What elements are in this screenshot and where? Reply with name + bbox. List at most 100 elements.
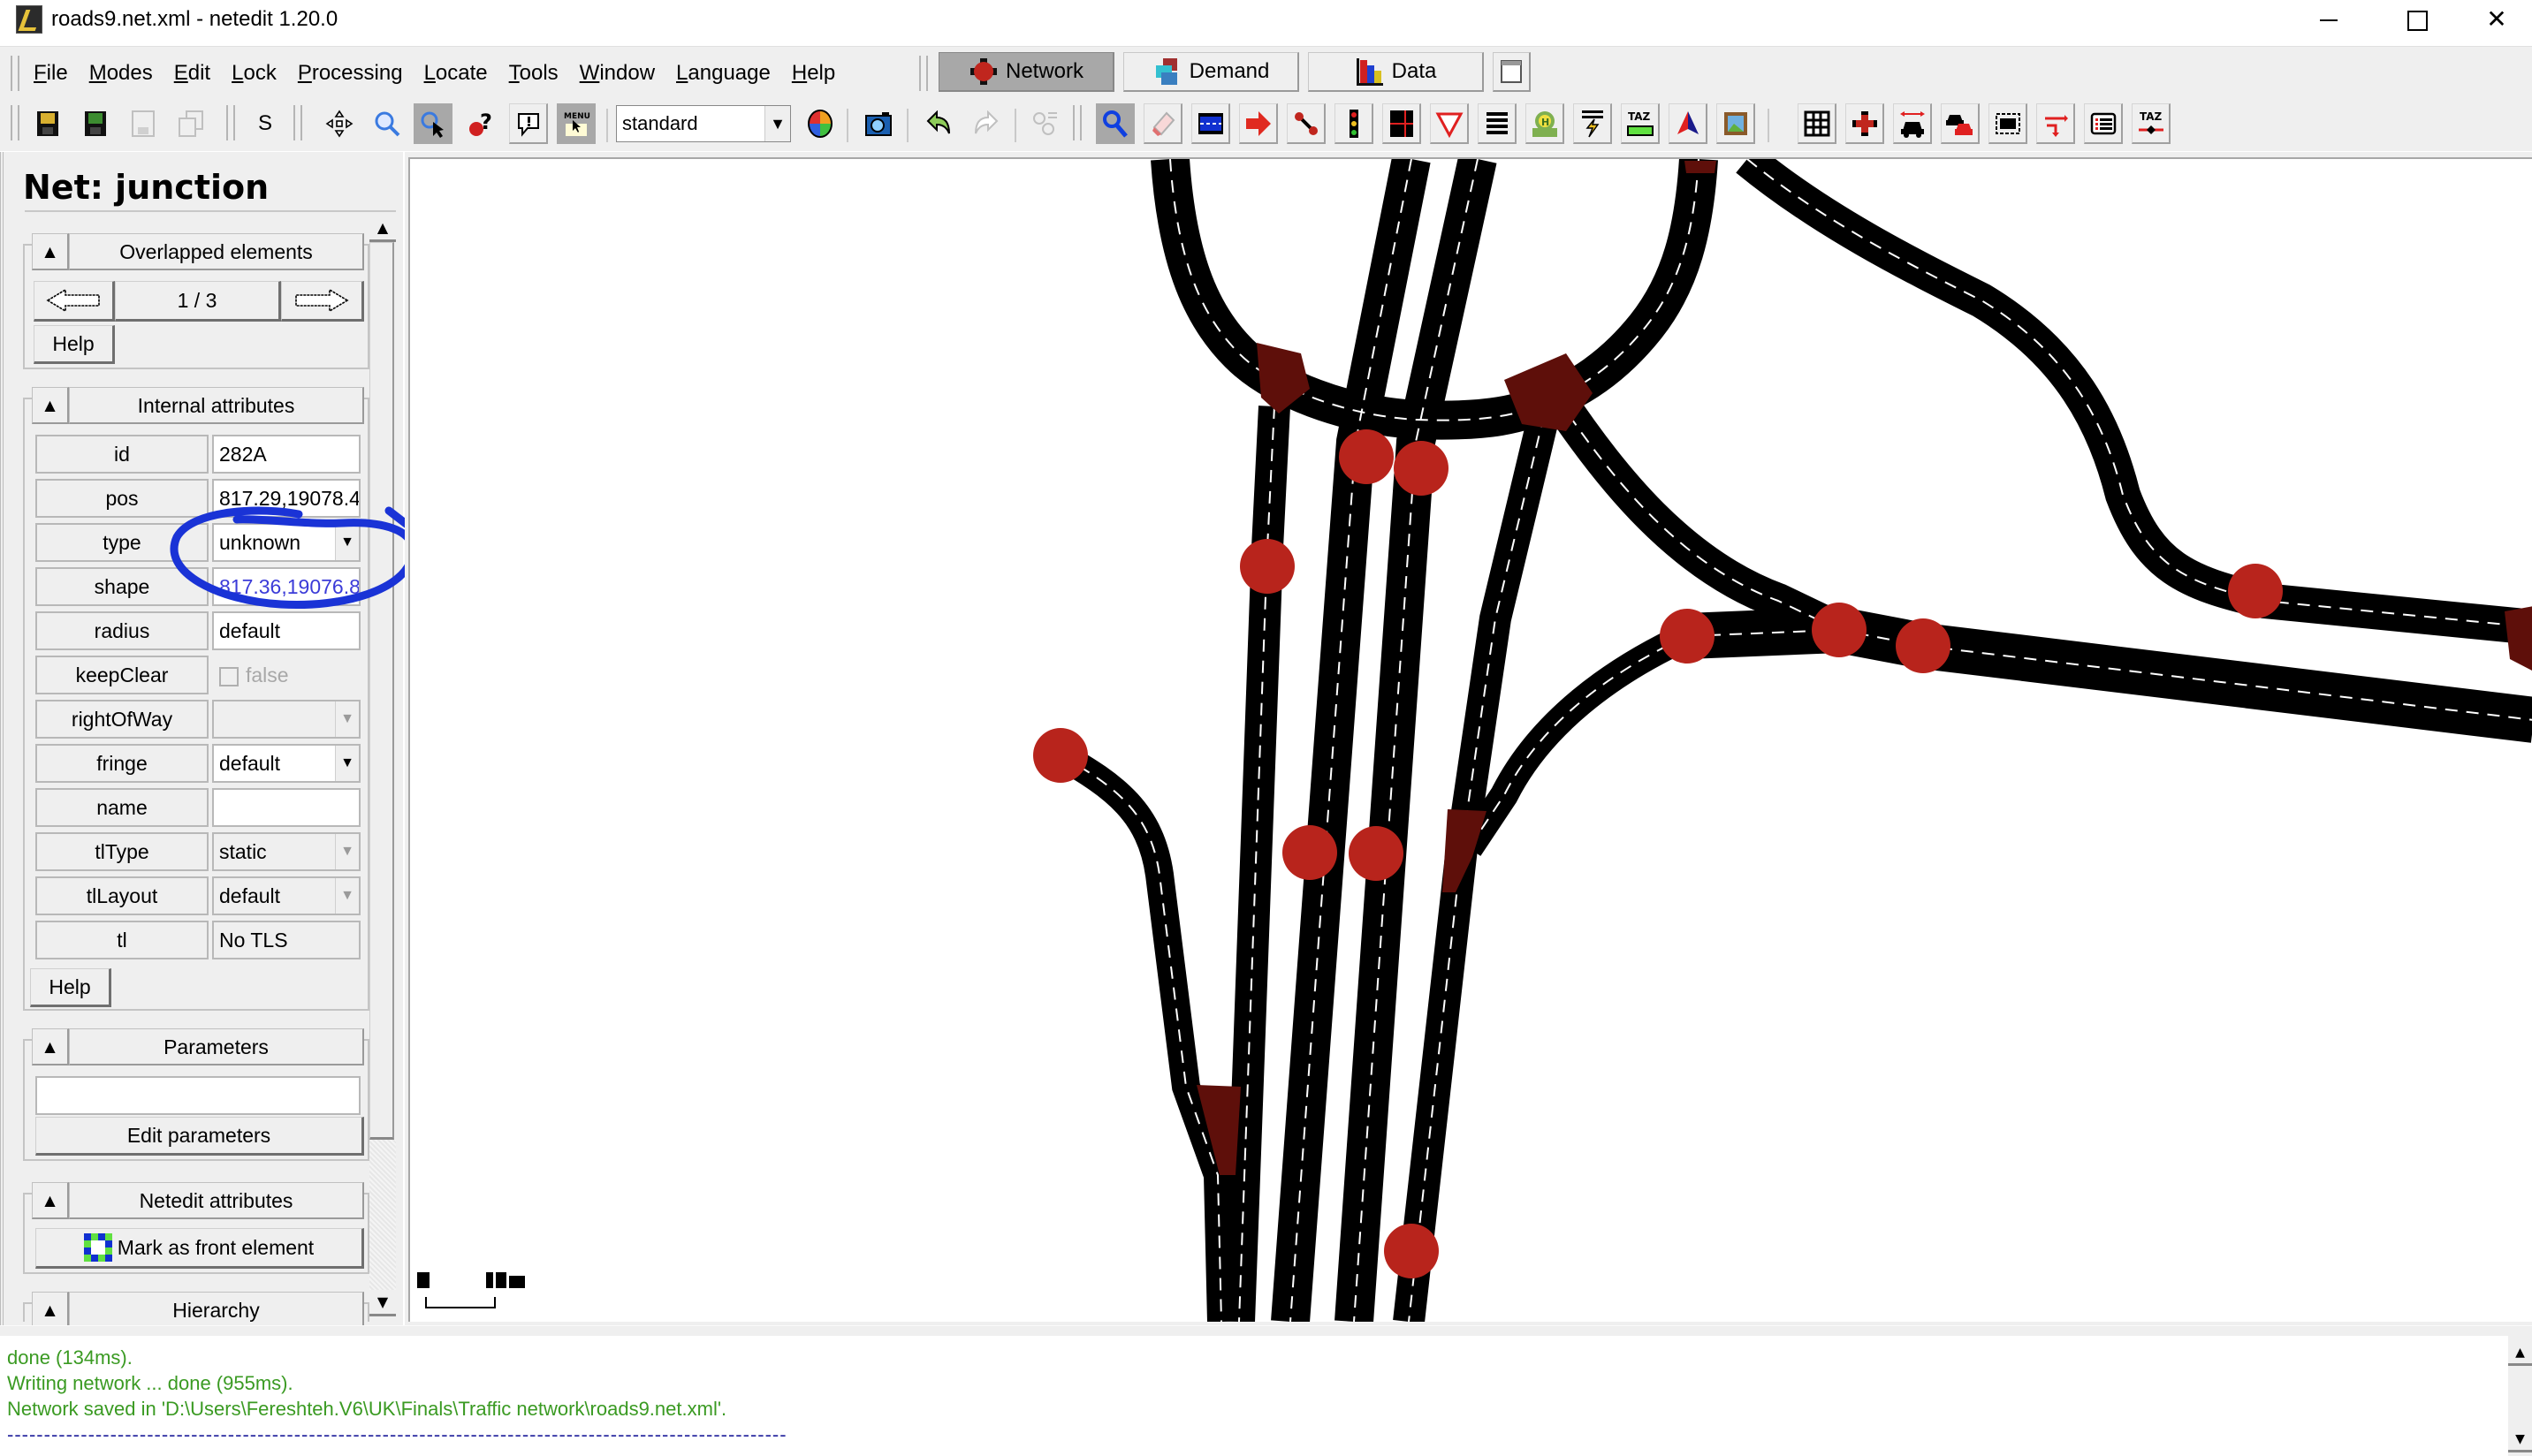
tllayout-dropdown[interactable]: default ▼ [212, 876, 361, 915]
chevron-down-icon[interactable]: ▼ [335, 834, 359, 869]
menu-edit[interactable]: Edit [163, 56, 221, 91]
log-scroll-down-button[interactable]: ▼ [2508, 1428, 2532, 1452]
road-edge[interactable] [1542, 387, 1847, 647]
recenter-view-button[interactable] [320, 103, 359, 144]
junction-node[interactable] [1349, 826, 1403, 881]
collapse-hierarchy-button[interactable]: ▲ [32, 1292, 69, 1329]
id-field[interactable]: 282A [212, 435, 361, 474]
attr-label-type[interactable]: type [35, 523, 209, 562]
junction-node[interactable] [1282, 825, 1337, 880]
junction-node[interactable] [1812, 603, 1867, 657]
collapse-netedit-button[interactable]: ▲ [32, 1182, 69, 1219]
road-edge[interactable] [1393, 411, 1560, 1322]
supermode-s-button[interactable]: S [246, 103, 285, 144]
screenshot-button[interactable] [859, 103, 898, 144]
network-view[interactable] [410, 159, 2532, 1322]
maximize-button[interactable] [2377, 0, 2457, 41]
mode-traffic-light-button[interactable] [1334, 103, 1373, 144]
attr-label-pos[interactable]: pos [35, 479, 209, 518]
attr-label-tl[interactable]: tl [35, 921, 209, 959]
attr-label-fringe[interactable]: fringe [35, 744, 209, 783]
mode-decal-button[interactable] [1716, 103, 1755, 144]
menu-lock[interactable]: Lock [221, 56, 287, 91]
junction-node[interactable] [2228, 564, 2283, 618]
junction-node[interactable] [1896, 618, 1950, 673]
tab-network[interactable]: Network [939, 52, 1114, 92]
toggle-vehicle-spread-button[interactable] [1893, 103, 1932, 144]
junction-node[interactable] [1384, 1224, 1439, 1278]
road-edge[interactable] [1685, 606, 2532, 743]
junction-node[interactable] [1660, 609, 1715, 664]
junction-shape[interactable] [2505, 606, 2532, 671]
attr-label-shape[interactable]: shape [35, 567, 209, 606]
road-edge[interactable] [1053, 743, 1236, 1322]
tab-data[interactable]: Data [1308, 52, 1484, 92]
scroll-track[interactable] [369, 1140, 396, 1290]
save-network-button[interactable] [28, 103, 67, 144]
save-additionals-button[interactable] [124, 103, 163, 144]
parameters-field[interactable] [35, 1076, 361, 1115]
previous-element-button[interactable] [34, 281, 115, 322]
mode-create-edge-button[interactable] [1287, 103, 1326, 144]
panel-scrollbar[interactable]: ▲ ▼ [369, 216, 396, 1316]
attributes-help-button[interactable]: Help [30, 968, 111, 1007]
log-scrollbar[interactable]: ▲ ▼ [2508, 1336, 2532, 1456]
attr-label-radius[interactable]: radius [35, 611, 209, 650]
toolbar-grip[interactable] [11, 105, 19, 140]
scroll-up-button[interactable]: ▲ [369, 216, 396, 242]
toggle-merge-button[interactable] [1988, 103, 2027, 144]
toggle-taz-edges-button[interactable]: TAZ [2132, 103, 2171, 144]
chevron-down-icon[interactable]: ▼ [335, 701, 359, 737]
collapse-parameters-button[interactable]: ▲ [32, 1028, 69, 1065]
attr-label-tllayout[interactable]: tlLayout [35, 876, 209, 915]
chevron-down-icon[interactable]: ▼ [764, 106, 790, 141]
toolbar-grip-4[interactable] [1073, 105, 1082, 140]
collapse-internal-button[interactable]: ▲ [32, 387, 69, 424]
keepclear-checkbox[interactable]: false [212, 656, 361, 694]
edit-parameters-button[interactable]: Edit parameters [35, 1117, 364, 1156]
shape-field[interactable]: 817.36,19076.86 [212, 567, 361, 606]
toggle-junction-shape-button[interactable] [1845, 103, 1884, 144]
mode-prohibition-button[interactable] [1430, 103, 1469, 144]
menu-locate[interactable]: Locate [414, 56, 498, 91]
color-scheme-select[interactable]: standard ▼ [616, 105, 791, 142]
menu-tools[interactable]: Tools [498, 56, 569, 91]
scroll-thumb[interactable] [369, 242, 394, 1140]
menu-modes[interactable]: Modes [79, 56, 163, 91]
toggle-grid-button[interactable] [1798, 103, 1836, 144]
attr-label-rightofway[interactable]: rightOfWay [35, 700, 209, 739]
undo-button[interactable] [919, 103, 958, 144]
mode-delete-button[interactable] [1144, 103, 1182, 144]
junction-node[interactable] [1240, 539, 1295, 594]
network-canvas[interactable] [408, 157, 2532, 1322]
mode-shape-button[interactable] [1669, 103, 1707, 144]
tltype-dropdown[interactable]: static ▼ [212, 832, 361, 871]
attr-label-id[interactable]: id [35, 435, 209, 474]
locate-button[interactable] [368, 103, 407, 144]
overlapped-help-button[interactable]: Help [34, 325, 115, 364]
collapse-overlapped-button[interactable]: ▲ [32, 233, 69, 270]
internal-attributes-label[interactable]: Internal attributes [69, 387, 364, 424]
chevron-down-icon[interactable]: ▼ [335, 878, 359, 914]
save-demand-button[interactable] [171, 103, 210, 144]
attr-label-name[interactable]: name [35, 788, 209, 827]
mark-front-element-button[interactable]: Mark as front element [35, 1228, 364, 1269]
mode-connection-button[interactable] [1382, 103, 1421, 144]
redo-button[interactable] [967, 103, 1006, 144]
menu-help[interactable]: Help [781, 56, 846, 91]
road-edge[interactable] [1548, 159, 1718, 415]
mode-additional-button[interactable]: H [1525, 103, 1564, 144]
close-button[interactable]: ✕ [2457, 0, 2532, 41]
name-field[interactable] [212, 788, 361, 827]
window-layout-button[interactable] [1493, 52, 1531, 92]
chevron-down-icon[interactable]: ▼ [335, 525, 359, 560]
mode-crossing-button[interactable] [1478, 103, 1517, 144]
junction-node[interactable] [1339, 429, 1394, 484]
options-button[interactable] [1025, 103, 1064, 144]
menu-language[interactable]: Language [665, 56, 781, 91]
parameters-label[interactable]: Parameters [69, 1028, 364, 1065]
menubar-grip[interactable] [11, 56, 19, 91]
toggle-list-button[interactable] [2084, 103, 2123, 144]
help-button[interactable]: ? [461, 103, 500, 144]
rightofway-dropdown[interactable]: ▼ [212, 700, 361, 739]
